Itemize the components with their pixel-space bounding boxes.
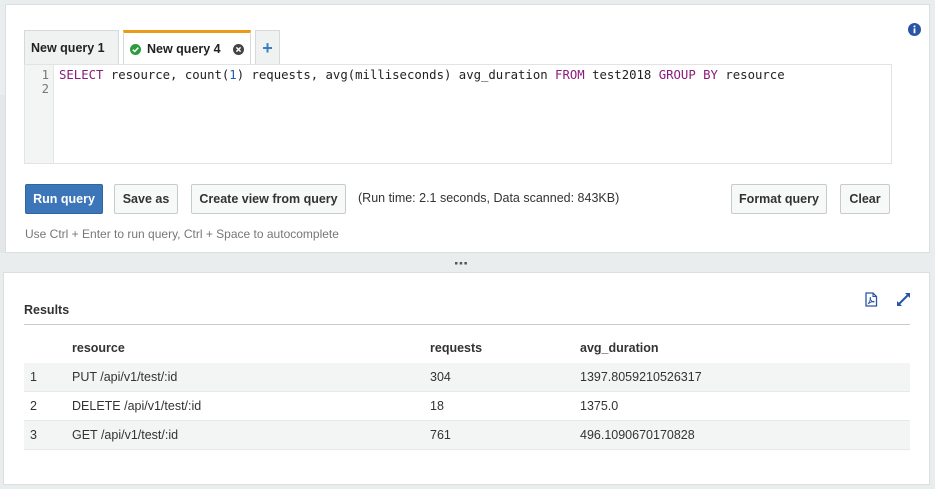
cell-resource: GET /api/v1/test/:id [72,428,179,442]
sql-text: resource [717,68,785,82]
plus-icon: + [262,37,273,58]
table-row: 3 GET /api/v1/test/:id 761 496.109067017… [24,421,910,450]
sql-keyword: FROM [555,68,585,82]
info-icon[interactable] [908,23,921,36]
row-index: 1 [30,370,37,384]
add-tab-button[interactable]: + [255,30,280,65]
query-editor-panel: New query 1 New query 4 + 1 2 SELECT res… [5,4,930,253]
cell-avg-duration: 496.1090670170828 [580,428,695,442]
sql-text: test2018 [584,68,659,82]
run-stats: (Run time: 2.1 seconds, Data scanned: 84… [358,191,620,205]
column-header-resource[interactable]: resource [72,334,125,363]
run-query-button[interactable]: Run query [25,184,103,214]
sql-code: SELECT resource, count(1) requests, avg(… [59,68,785,82]
cell-resource: DELETE /api/v1/test/:id [72,399,202,413]
close-tab-icon[interactable] [233,44,244,55]
tab-new-query-4[interactable]: New query 4 [123,30,251,65]
keyboard-hint: Use Ctrl + Enter to run query, Ctrl + Sp… [25,227,339,241]
cell-requests: 304 [430,370,451,384]
results-divider [24,324,910,325]
sql-number: 1 [229,68,237,82]
create-view-button[interactable]: Create view from query [191,184,346,214]
table-row: 1 PUT /api/v1/test/:id 304 1397.80592105… [24,363,910,392]
expand-icon[interactable] [896,292,911,307]
format-query-button[interactable]: Format query [731,184,827,214]
sql-editor[interactable]: 1 2 SELECT resource, count(1) requests, … [24,64,892,164]
cell-resource: PUT /api/v1/test/:id [72,370,178,384]
line-number-gutter: 1 2 [25,65,54,163]
save-as-button[interactable]: Save as [114,184,178,214]
sql-text: resource, count( [103,68,230,82]
check-circle-icon [130,43,141,55]
tab-new-query-1[interactable]: New query 1 [24,30,119,65]
sql-keyword: SELECT [59,68,104,82]
line-number: 1 [41,68,49,82]
column-header-requests[interactable]: requests [430,334,482,363]
resize-handle-icon[interactable] [454,260,468,266]
tab-label: New query 1 [31,41,105,55]
row-index: 2 [30,399,37,413]
table-row: 2 DELETE /api/v1/test/:id 18 1375.0 [24,392,910,421]
cell-avg-duration: 1397.8059210526317 [580,370,702,384]
cell-avg-duration: 1375.0 [580,399,619,413]
column-header-avg-duration[interactable]: avg_duration [580,334,659,363]
download-file-icon[interactable] [864,292,878,307]
table-body: 1 PUT /api/v1/test/:id 304 1397.80592105… [24,363,910,450]
tab-label: New query 4 [147,42,221,56]
cell-requests: 18 [430,399,444,413]
line-number: 2 [41,82,49,96]
clear-button[interactable]: Clear [840,184,890,214]
cell-requests: 761 [430,428,451,442]
row-index: 3 [30,428,37,442]
results-panel: Results resource requests avg_duration 1… [3,272,930,485]
sql-keyword: GROUP [658,68,696,82]
results-title: Results [24,303,70,317]
results-table: resource requests avg_duration 1 PUT /ap… [24,334,910,450]
sql-text: ) requests, avg(milliseconds) avg_durati… [236,68,556,82]
table-header: resource requests avg_duration [24,334,910,363]
sql-keyword: BY [703,68,718,82]
